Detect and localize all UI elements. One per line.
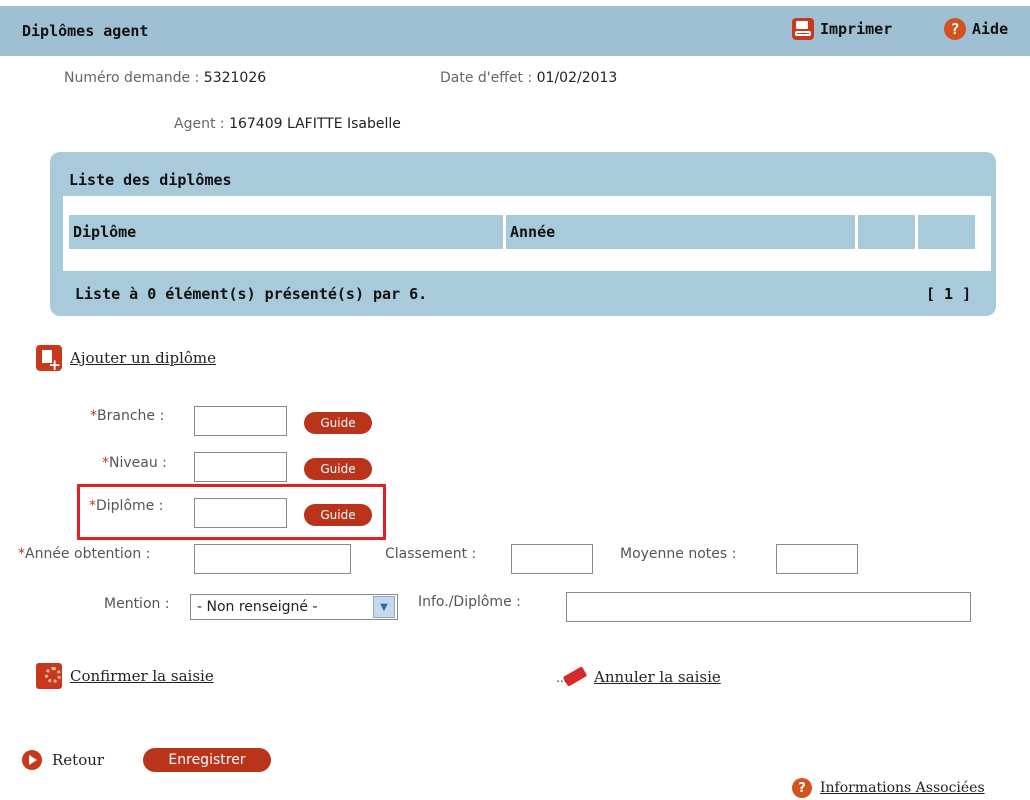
moyenne-input[interactable] [776,544,858,574]
niveau-label: *Niveau : [102,455,167,471]
annee-input[interactable] [194,544,351,574]
info-diplome-label: Info./Diplôme : [418,594,521,610]
mention-select[interactable]: - Non renseigné - ▼ [190,594,398,620]
help-icon[interactable]: ? [944,18,966,40]
eraser-icon[interactable] [556,669,584,685]
infos-associees-link[interactable]: ? Informations Associées [792,778,985,798]
branche-label: *Branche : [90,408,165,424]
info-diplome-input[interactable] [566,592,971,622]
confirm-icon[interactable] [36,663,62,689]
numero-label: Numéro demande : [64,70,200,86]
diplome-guide-button[interactable]: Guide [304,504,372,526]
agent-label: Agent : [174,116,225,132]
pagination[interactable]: [ 1 ] [926,285,971,303]
cancel-link[interactable]: Annuler la saisie [556,668,721,686]
date-label: Date d'effet : [440,70,533,86]
page-title: Diplômes agent [22,22,149,40]
table-header: Diplôme Année [69,215,975,249]
print-label[interactable]: Imprimer [820,20,892,38]
confirm-label[interactable]: Confirmer la saisie [70,667,214,685]
add-diploma-link[interactable]: Ajouter un diplôme [36,345,216,374]
infos-associees-label[interactable]: Informations Associées [820,780,985,796]
column-header-action-1 [858,215,915,249]
play-arrow-icon[interactable] [22,750,42,770]
list-summary: Liste à 0 élément(s) présenté(s) par 6. [75,285,428,303]
diplome-input[interactable] [194,498,287,528]
print-icon[interactable] [792,18,814,40]
numero-demande: Numéro demande : 5321026 [64,70,266,86]
moyenne-label: Moyenne notes : [620,546,737,562]
classement-label: Classement : [385,546,477,562]
agent-info: Agent : 167409 LAFITTE Isabelle [174,116,401,132]
agent-value: 167409 LAFITTE Isabelle [229,116,401,132]
add-document-icon[interactable] [36,345,62,374]
date-effet: Date d'effet : 01/02/2013 [440,70,617,86]
help-icon[interactable]: ? [792,778,812,798]
numero-value: 5321026 [203,70,267,86]
column-header-annee[interactable]: Année [506,215,855,249]
classement-input[interactable] [511,544,593,574]
cancel-label[interactable]: Annuler la saisie [594,668,721,686]
mention-label: Mention : [104,596,170,612]
branche-guide-button[interactable]: Guide [304,412,372,434]
save-button[interactable]: Enregistrer [143,748,271,772]
niveau-guide-button[interactable]: Guide [304,458,372,480]
add-diploma-label[interactable]: Ajouter un diplôme [70,349,216,367]
diplome-label: *Diplôme : [89,498,164,514]
list-title: Liste des diplômes [69,171,232,189]
branche-input[interactable] [194,406,287,436]
back-label[interactable]: Retour [52,751,104,769]
annee-label: *Année obtention : [18,546,151,562]
confirm-link[interactable]: Confirmer la saisie [36,663,214,689]
column-header-action-2 [918,215,975,249]
print-button[interactable]: Imprimer [792,16,892,42]
back-link[interactable]: Retour [22,750,104,770]
help-button[interactable]: ? Aide [944,16,1008,42]
column-header-diplome[interactable]: Diplôme [69,215,503,249]
date-value: 01/02/2013 [536,70,618,86]
niveau-input[interactable] [194,452,287,482]
mention-selected-value[interactable]: - Non renseigné - [191,599,373,615]
chevron-down-icon[interactable]: ▼ [373,596,395,618]
help-label[interactable]: Aide [972,20,1008,38]
